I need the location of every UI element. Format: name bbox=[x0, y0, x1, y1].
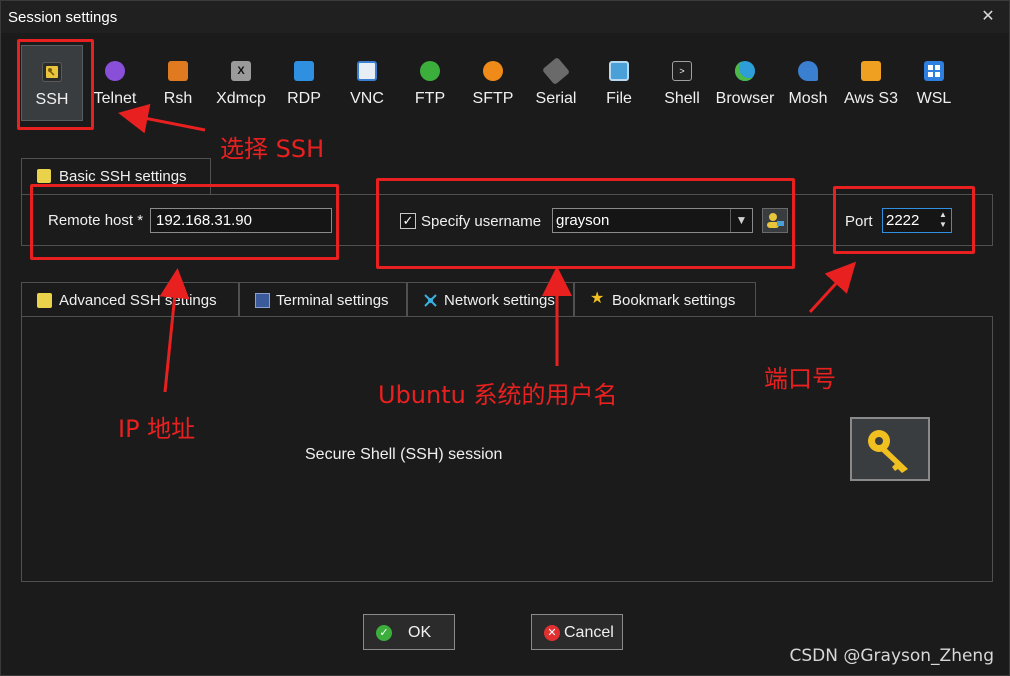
ssh-key-icon-box bbox=[850, 417, 930, 481]
session-type-mosh[interactable]: Mosh bbox=[777, 45, 839, 121]
rdp-icon bbox=[294, 61, 314, 81]
annotation-box-remote-host bbox=[30, 184, 339, 260]
session-description: Secure Shell (SSH) session bbox=[305, 446, 503, 463]
close-button[interactable]: ✕ bbox=[975, 5, 1001, 29]
annotation-port-number: 端口号 bbox=[764, 365, 836, 393]
window-title: Session settings bbox=[8, 9, 118, 26]
key-icon bbox=[37, 293, 52, 308]
serial-icon bbox=[541, 56, 571, 86]
star-icon: ★ bbox=[590, 290, 605, 307]
cancel-icon: ✕ bbox=[544, 625, 560, 641]
cancel-label: Cancel bbox=[564, 624, 614, 641]
ok-button[interactable]: ✓ OK bbox=[363, 614, 455, 650]
session-type-shell[interactable]: > Shell bbox=[651, 45, 713, 121]
terminal-icon bbox=[255, 293, 270, 308]
title-bar: Session settings ✕ bbox=[1, 1, 1009, 33]
session-type-label: WSL bbox=[916, 90, 952, 107]
tab-label: Terminal settings bbox=[276, 292, 389, 309]
tab-label: Basic SSH settings bbox=[59, 168, 187, 185]
session-type-browser[interactable]: Browser bbox=[714, 45, 776, 121]
mosh-icon bbox=[798, 61, 818, 81]
vnc-icon bbox=[357, 61, 377, 81]
aws-s3-icon bbox=[861, 61, 881, 81]
key-icon bbox=[868, 430, 908, 473]
ok-label: OK bbox=[408, 624, 432, 641]
rsh-icon bbox=[168, 61, 188, 81]
shell-icon: > bbox=[672, 61, 692, 81]
tab-bookmark-settings[interactable]: ★ Bookmark settings bbox=[574, 282, 756, 317]
annotation-select-ssh: 选择 SSH bbox=[220, 135, 325, 163]
browser-icon bbox=[735, 61, 755, 81]
annotation-box-port bbox=[833, 186, 975, 254]
tab-label: Advanced SSH settings bbox=[59, 292, 217, 309]
session-type-xdmcp[interactable]: X Xdmcp bbox=[210, 45, 272, 121]
session-settings-dialog: Session settings ✕ SSH Telnet Rsh X Xdmc… bbox=[0, 0, 1010, 676]
session-type-rdp[interactable]: RDP bbox=[273, 45, 335, 121]
cancel-button[interactable]: ✕ Cancel bbox=[531, 614, 623, 650]
advanced-settings-content: Secure Shell (SSH) session bbox=[21, 316, 993, 582]
session-type-wsl[interactable]: WSL bbox=[903, 45, 965, 121]
session-type-sftp[interactable]: SFTP bbox=[462, 45, 524, 121]
watermark: CSDN @Grayson_Zheng bbox=[789, 646, 995, 666]
session-type-file[interactable]: File bbox=[588, 45, 650, 121]
session-type-toolbar: SSH Telnet Rsh X Xdmcp RDP VNC FTP SFTP bbox=[1, 45, 1009, 125]
wsl-icon bbox=[924, 61, 944, 81]
telnet-icon bbox=[105, 61, 125, 81]
annotation-ubuntu-username: Ubuntu 系统的用户名 bbox=[378, 381, 618, 409]
network-icon bbox=[424, 294, 437, 307]
sftp-icon bbox=[483, 61, 503, 81]
tab-network-settings[interactable]: Network settings bbox=[407, 282, 574, 317]
session-type-aws-s3[interactable]: Aws S3 bbox=[840, 45, 902, 121]
tab-label: Network settings bbox=[444, 292, 555, 309]
tab-advanced-ssh-settings[interactable]: Advanced SSH settings bbox=[21, 282, 239, 317]
xdmcp-icon: X bbox=[231, 61, 251, 81]
tab-label: Bookmark settings bbox=[612, 292, 736, 309]
file-icon bbox=[609, 61, 629, 81]
tab-terminal-settings[interactable]: Terminal settings bbox=[239, 282, 407, 317]
annotation-ip-address: IP 地址 bbox=[118, 415, 196, 443]
session-type-vnc[interactable]: VNC bbox=[336, 45, 398, 121]
session-type-rsh[interactable]: Rsh bbox=[147, 45, 209, 121]
session-type-serial[interactable]: Serial bbox=[525, 45, 587, 121]
annotation-box-ssh bbox=[17, 39, 94, 130]
key-icon bbox=[37, 169, 51, 183]
session-type-ftp[interactable]: FTP bbox=[399, 45, 461, 121]
ftp-icon bbox=[420, 61, 440, 81]
annotation-box-username bbox=[376, 178, 795, 269]
check-icon: ✓ bbox=[376, 625, 392, 641]
